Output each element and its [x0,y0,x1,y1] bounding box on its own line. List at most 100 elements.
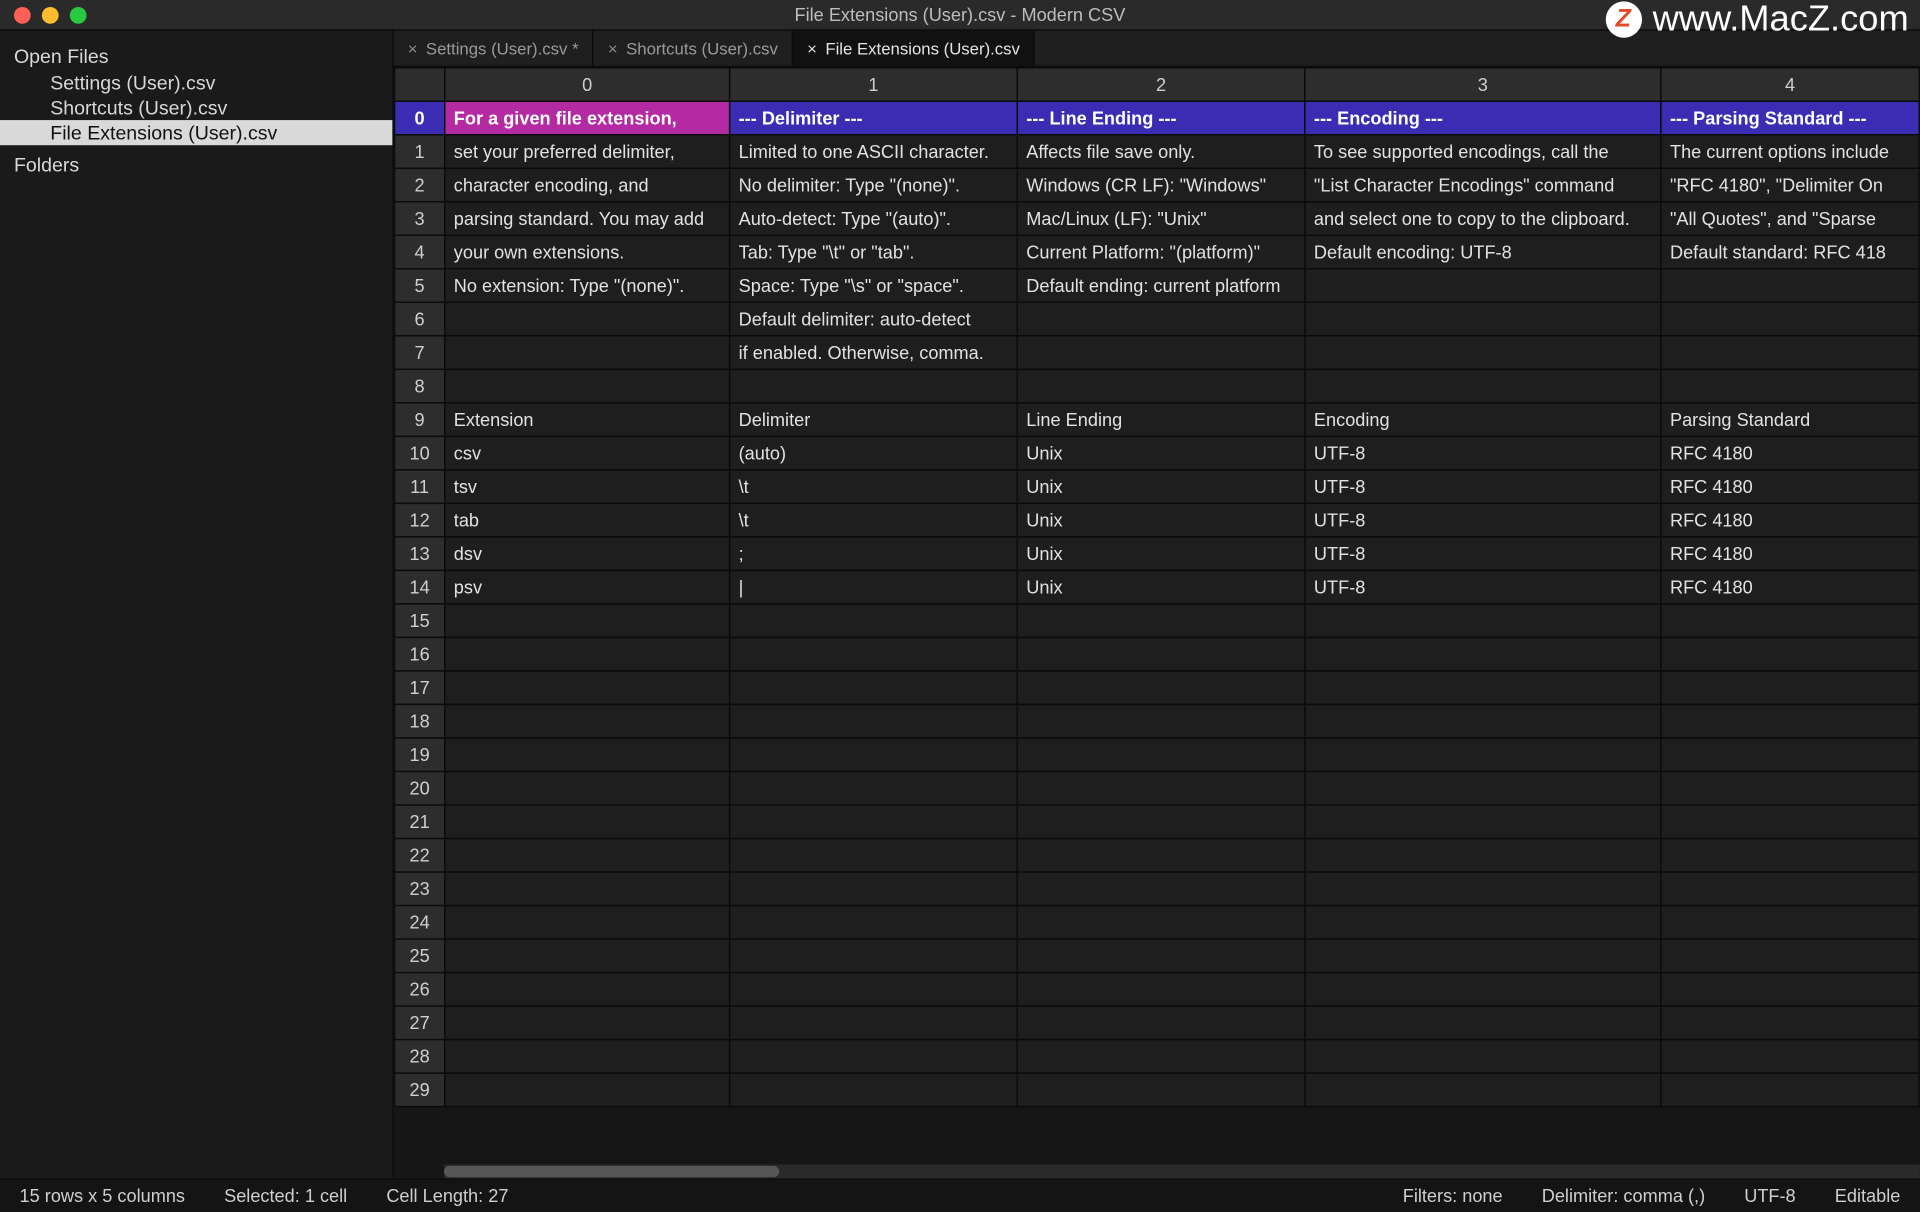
cell[interactable] [445,939,730,973]
row-header[interactable]: 5 [394,269,444,303]
cell[interactable] [445,1006,730,1040]
cell[interactable]: "All Quotes", and "Sparse [1661,202,1919,236]
cell[interactable]: Tab: Type "\t" or "tab". [730,235,1018,269]
cell[interactable] [445,604,730,638]
row-header[interactable]: 21 [394,805,444,839]
cell[interactable]: Delimiter [730,403,1018,437]
cell[interactable]: --- Encoding --- [1305,101,1661,135]
sidebar-folders-heading[interactable]: Folders [0,151,392,179]
cell[interactable] [1305,838,1661,872]
cell[interactable] [1305,1073,1661,1107]
cell[interactable] [1661,906,1919,940]
cell[interactable]: Unix [1017,436,1305,470]
cell[interactable]: (auto) [730,436,1018,470]
cell[interactable]: UTF-8 [1305,470,1661,504]
cell[interactable] [1017,738,1305,772]
row-header[interactable]: 16 [394,637,444,671]
cell[interactable]: if enabled. Otherwise, comma. [730,336,1018,370]
cell[interactable]: Auto-detect: Type "(auto)". [730,202,1018,236]
cell[interactable] [1017,771,1305,805]
cell[interactable] [1661,838,1919,872]
cell[interactable]: UTF-8 [1305,503,1661,537]
cell[interactable] [1017,939,1305,973]
cell[interactable] [445,838,730,872]
cell[interactable] [1661,1073,1919,1107]
cell[interactable] [730,838,1018,872]
cell[interactable]: --- Line Ending --- [1017,101,1305,135]
cell[interactable] [1661,939,1919,973]
cell[interactable] [730,738,1018,772]
cell[interactable] [1017,604,1305,638]
row-header[interactable]: 12 [394,503,444,537]
cell[interactable] [445,336,730,370]
cell[interactable]: and select one to copy to the clipboard. [1305,202,1661,236]
cell[interactable] [1661,805,1919,839]
cell[interactable] [730,805,1018,839]
cell[interactable]: Unix [1017,470,1305,504]
row-header[interactable]: 25 [394,939,444,973]
sidebar-file-shortcuts[interactable]: Shortcuts (User).csv [0,95,392,120]
row-header[interactable]: 11 [394,470,444,504]
row-header[interactable]: 3 [394,202,444,236]
cell[interactable]: | [730,570,1018,604]
cell[interactable] [730,671,1018,705]
cell[interactable] [1017,369,1305,403]
tab-shortcuts[interactable]: × Shortcuts (User).csv [594,31,793,66]
status-editable[interactable]: Editable [1815,1185,1920,1206]
cell[interactable] [1017,1006,1305,1040]
cell[interactable]: Unix [1017,537,1305,571]
cell[interactable] [445,369,730,403]
cell[interactable] [730,1073,1018,1107]
cell[interactable]: RFC 4180 [1661,537,1919,571]
cell[interactable]: Current Platform: "(platform)" [1017,235,1305,269]
cell[interactable] [1017,637,1305,671]
cell[interactable] [1305,906,1661,940]
row-header[interactable]: 18 [394,704,444,738]
cell[interactable] [1661,302,1919,336]
cell[interactable] [445,671,730,705]
cell[interactable]: UTF-8 [1305,570,1661,604]
cell[interactable] [1305,973,1661,1007]
cell[interactable] [1305,302,1661,336]
close-icon[interactable]: × [807,38,817,58]
sidebar-file-settings[interactable]: Settings (User).csv [0,70,392,95]
cell[interactable] [1305,269,1661,303]
cell[interactable] [730,1040,1018,1074]
cell[interactable]: No extension: Type "(none)". [445,269,730,303]
cell[interactable]: \t [730,470,1018,504]
cell[interactable]: Default ending: current platform [1017,269,1305,303]
cell[interactable] [1017,906,1305,940]
cell[interactable] [445,637,730,671]
cell[interactable]: Default standard: RFC 418 [1661,235,1919,269]
cell[interactable] [445,1040,730,1074]
cell[interactable]: parsing standard. You may add [445,202,730,236]
cell[interactable] [1305,872,1661,906]
cell[interactable]: Unix [1017,503,1305,537]
cell[interactable]: Extension [445,403,730,437]
cell[interactable]: dsv [445,537,730,571]
cell[interactable]: Unix [1017,570,1305,604]
cell[interactable] [730,369,1018,403]
horizontal-scrollbar-thumb[interactable] [444,1166,779,1177]
row-header[interactable]: 22 [394,838,444,872]
cell[interactable]: Windows (CR LF): "Windows" [1017,168,1305,202]
row-header[interactable]: 7 [394,336,444,370]
cell[interactable] [1661,738,1919,772]
cell[interactable]: "RFC 4180", "Delimiter On [1661,168,1919,202]
row-header[interactable]: 19 [394,738,444,772]
cell[interactable]: No delimiter: Type "(none)". [730,168,1018,202]
cell[interactable]: \t [730,503,1018,537]
sidebar-file-file-extensions[interactable]: File Extensions (User).csv [0,120,392,145]
cell[interactable] [730,604,1018,638]
column-header[interactable]: 0 [445,68,730,102]
cell[interactable] [1661,1006,1919,1040]
cell[interactable]: "List Character Encodings" command [1305,168,1661,202]
cell[interactable] [1661,269,1919,303]
close-icon[interactable]: × [408,38,418,58]
cell[interactable] [1017,872,1305,906]
cell[interactable]: Line Ending [1017,403,1305,437]
cell[interactable] [1661,369,1919,403]
cell[interactable]: To see supported encodings, call the [1305,135,1661,169]
close-window-button[interactable] [14,6,31,23]
cell[interactable] [445,704,730,738]
